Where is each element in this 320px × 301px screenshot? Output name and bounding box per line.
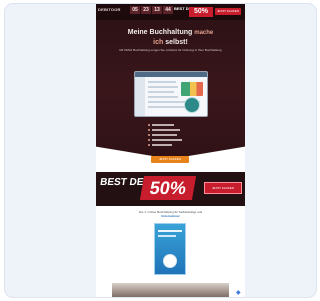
discount-badge: 50% (189, 7, 213, 17)
top-bar: DEBITOOR 05 23 13 44 BEST DEAL 50% JETZT… (96, 4, 245, 20)
countdown-digit: 44 (163, 6, 173, 14)
landing-page-preview[interactable]: DEBITOOR 05 23 13 44 BEST DEAL 50% JETZT… (96, 4, 245, 297)
seal-badge-icon (184, 97, 200, 113)
countdown-digit: 23 (141, 6, 151, 14)
buy-button-top[interactable]: JETZT KAUFEN (215, 8, 241, 15)
headline-part: Meine Buchhaltung (127, 29, 193, 36)
footer-photo (112, 283, 229, 297)
product-box-image (154, 223, 186, 275)
product-intro: Die 1. Online Buchhaltung für Selbständi… (112, 210, 229, 218)
chart-graphic (181, 82, 203, 96)
intro-link[interactable]: Unternehmer (161, 214, 180, 218)
countdown-timer: 05 23 13 44 (130, 6, 173, 14)
quality-seal-icon (163, 254, 177, 268)
feature-list (148, 122, 218, 147)
buy-now-button[interactable]: JETZT KAUFEN (151, 156, 189, 163)
hero-headline: Meine Buchhaltung mache ich selbst! (104, 28, 237, 47)
preview-card: DEBITOOR 05 23 13 44 BEST DEAL 50% JETZT… (4, 3, 317, 298)
countdown-digit: 05 (130, 6, 140, 14)
hero-subtitle: Mit WISO Buchhaltung sorgen Sie mühelos … (119, 48, 222, 52)
discount-percent: 50% (139, 176, 197, 200)
headline-part: selbst! (165, 39, 188, 46)
best-deal-banner: BEST DEAL 50% JETZT KAUFEN (96, 172, 245, 206)
list-item (148, 142, 218, 147)
headline-part: ich (153, 39, 164, 46)
countdown-digit: 13 (152, 6, 162, 14)
headline-part: mache (194, 30, 214, 36)
banner-buy-button[interactable]: JETZT KAUFEN (204, 182, 242, 194)
logo: DEBITOOR (98, 7, 121, 12)
info-icon[interactable]: ◆ (236, 290, 242, 296)
